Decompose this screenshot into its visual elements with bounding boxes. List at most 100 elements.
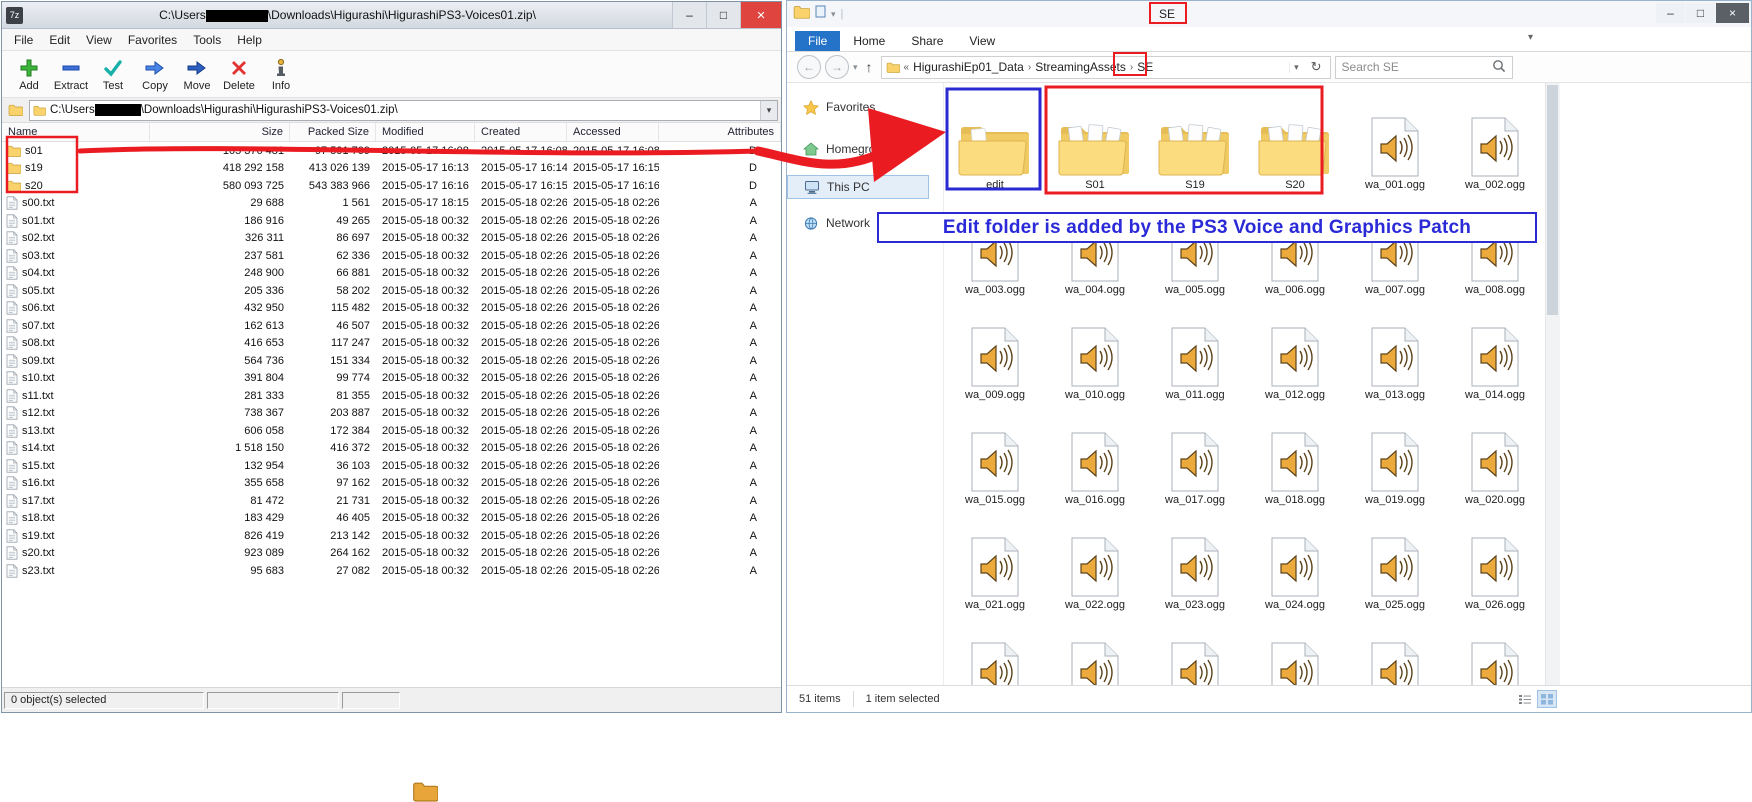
table-row-s15-txt[interactable]: s15.txt132 95436 1032015-05-18 00:322015… [2, 457, 781, 475]
column-header-packed-size[interactable]: Packed Size [290, 123, 376, 141]
table-row-s01[interactable]: s01105 376 48197 591 7092015-05-17 16:08… [2, 142, 781, 160]
vertical-scrollbar[interactable] [1545, 83, 1560, 685]
tab-home[interactable]: Home [840, 31, 898, 51]
back-button[interactable]: ← [797, 55, 821, 79]
file-item-wa-009-ogg[interactable]: wa_009.ogg [945, 301, 1045, 406]
table-row-s03-txt[interactable]: s03.txt237 58162 3362015-05-18 00:322015… [2, 247, 781, 265]
file-item-clipped[interactable] [1045, 616, 1145, 685]
table-row-s09-txt[interactable]: s09.txt564 736151 3342015-05-18 00:32201… [2, 352, 781, 370]
file-item-wa-017-ogg[interactable]: wa_017.ogg [1145, 406, 1245, 511]
table-row-s04-txt[interactable]: s04.txt248 90066 8812015-05-18 00:322015… [2, 265, 781, 283]
folder-item-s19[interactable]: S19 [1145, 91, 1245, 196]
ribbon-collapse-icon[interactable]: ▾ [1528, 32, 1533, 43]
table-row-s02-txt[interactable]: s02.txt326 31186 6972015-05-18 00:322015… [2, 230, 781, 248]
file-item-wa-024-ogg[interactable]: wa_024.ogg [1245, 511, 1345, 616]
table-row-s16-txt[interactable]: s16.txt355 65897 1622015-05-18 00:322015… [2, 475, 781, 493]
column-header-attributes[interactable]: Attributes [659, 123, 781, 141]
sidebar-item-this-pc[interactable]: This PC [787, 175, 929, 199]
explorer-titlebar[interactable]: ▾ | SE – □ × [787, 1, 1751, 27]
table-row-s06-txt[interactable]: s06.txt432 950115 4822015-05-18 00:32201… [2, 300, 781, 318]
table-row-s11-txt[interactable]: s11.txt281 33381 3552015-05-18 00:322015… [2, 387, 781, 405]
breadcrumb-part-se[interactable]: SE [1137, 60, 1153, 74]
search-icon[interactable] [1492, 59, 1506, 76]
column-header-name[interactable]: Name [2, 123, 150, 141]
tab-view[interactable]: View [956, 31, 1008, 51]
table-row-s18-txt[interactable]: s18.txt183 42946 4052015-05-18 00:322015… [2, 510, 781, 528]
column-header-accessed[interactable]: Accessed [567, 123, 659, 141]
file-item-wa-001-ogg[interactable]: wa_001.ogg [1345, 91, 1445, 196]
table-row-s08-txt[interactable]: s08.txt416 653117 2472015-05-18 00:32201… [2, 335, 781, 353]
file-item-wa-020-ogg[interactable]: wa_020.ogg [1445, 406, 1545, 511]
up-button[interactable]: ↑ [862, 59, 877, 75]
maximize-button[interactable]: □ [1686, 3, 1715, 23]
breadcrumb-part-data[interactable]: HigurashiEp01_Data [913, 60, 1024, 74]
menu-tools[interactable]: Tools [185, 33, 229, 47]
table-row-s10-txt[interactable]: s10.txt391 80499 7742015-05-18 00:322015… [2, 370, 781, 388]
toolbar-move-button[interactable]: Move [178, 53, 216, 95]
breadcrumb-overflow[interactable]: « [904, 62, 910, 73]
folder-up-icon[interactable] [5, 101, 25, 119]
toolbar-add-button[interactable]: Add [10, 53, 48, 95]
menu-view[interactable]: View [78, 33, 120, 47]
column-header-created[interactable]: Created [475, 123, 567, 141]
file-item-wa-021-ogg[interactable]: wa_021.ogg [945, 511, 1045, 616]
sidebar-item-homegroup[interactable]: Homegroup [787, 137, 929, 161]
folder-item-s20[interactable]: S20 [1245, 91, 1345, 196]
tab-file[interactable]: File [795, 31, 840, 51]
file-item-wa-026-ogg[interactable]: wa_026.ogg [1445, 511, 1545, 616]
file-item-clipped[interactable] [1345, 616, 1445, 685]
table-row-s00-txt[interactable]: s00.txt29 6881 5612015-05-17 18:152015-0… [2, 195, 781, 213]
file-item-clipped[interactable] [1245, 616, 1345, 685]
file-item-wa-012-ogg[interactable]: wa_012.ogg [1245, 301, 1345, 406]
menu-file[interactable]: File [6, 33, 41, 47]
file-item-wa-018-ogg[interactable]: wa_018.ogg [1245, 406, 1345, 511]
file-item-clipped[interactable] [1445, 616, 1545, 685]
menu-help[interactable]: Help [229, 33, 270, 47]
folder-item-edit[interactable]: edit [945, 91, 1045, 196]
quick-access-dropdown-icon[interactable]: ▾ [831, 9, 836, 20]
quick-access-file-icon[interactable] [815, 5, 826, 23]
file-item-wa-015-ogg[interactable]: wa_015.ogg [945, 406, 1045, 511]
file-item-wa-025-ogg[interactable]: wa_025.ogg [1345, 511, 1445, 616]
menu-edit[interactable]: Edit [41, 33, 78, 47]
toolbar-info-button[interactable]: Info [262, 53, 300, 95]
file-item-wa-014-ogg[interactable]: wa_014.ogg [1445, 301, 1545, 406]
file-item-wa-023-ogg[interactable]: wa_023.ogg [1145, 511, 1245, 616]
table-row-s14-txt[interactable]: s14.txt1 518 150416 3722015-05-18 00:322… [2, 440, 781, 458]
file-item-clipped[interactable] [945, 616, 1045, 685]
sevenzip-titlebar[interactable]: 7z C:\Users\Downloads\Higurashi\Higurash… [2, 2, 781, 29]
details-view-button[interactable] [1515, 690, 1535, 708]
maximize-button[interactable]: □ [706, 2, 740, 28]
close-button[interactable]: × [1716, 3, 1749, 23]
toolbar-copy-button[interactable]: Copy [136, 53, 174, 95]
address-dropdown-icon[interactable]: ▾ [1289, 62, 1303, 73]
combobox-dropdown-icon[interactable]: ▾ [760, 101, 777, 120]
file-item-wa-011-ogg[interactable]: wa_011.ogg [1145, 301, 1245, 406]
table-row-s17-txt[interactable]: s17.txt81 47221 7312015-05-18 00:322015-… [2, 492, 781, 510]
file-item-wa-019-ogg[interactable]: wa_019.ogg [1345, 406, 1445, 511]
table-row-s19-txt[interactable]: s19.txt826 419213 1422015-05-18 00:32201… [2, 527, 781, 545]
file-item-wa-022-ogg[interactable]: wa_022.ogg [1045, 511, 1145, 616]
sidebar-item-favorites[interactable]: Favorites [787, 95, 929, 119]
close-button[interactable]: × [740, 2, 781, 28]
column-header-modified[interactable]: Modified [376, 123, 475, 141]
scrollbar-thumb[interactable] [1547, 85, 1558, 315]
table-row-s19[interactable]: s19418 292 158413 026 1392015-05-17 16:1… [2, 160, 781, 178]
breadcrumb[interactable]: « HigurashiEp01_Data › StreamingAssets ›… [881, 56, 1331, 79]
table-row-s20[interactable]: s20580 093 725543 383 9662015-05-17 16:1… [2, 177, 781, 195]
table-row-s12-txt[interactable]: s12.txt738 367203 8872015-05-18 00:32201… [2, 405, 781, 423]
file-item-wa-013-ogg[interactable]: wa_013.ogg [1345, 301, 1445, 406]
table-row-s05-txt[interactable]: s05.txt205 33658 2022015-05-18 00:322015… [2, 282, 781, 300]
minimize-button[interactable]: – [672, 2, 706, 28]
file-item-wa-016-ogg[interactable]: wa_016.ogg [1045, 406, 1145, 511]
recent-locations-dropdown-icon[interactable]: ▾ [853, 62, 858, 73]
table-row-s20-txt[interactable]: s20.txt923 089264 1622015-05-18 00:32201… [2, 545, 781, 563]
tab-share[interactable]: Share [898, 31, 956, 51]
file-item-wa-002-ogg[interactable]: wa_002.ogg [1445, 91, 1545, 196]
folder-item-s01[interactable]: S01 [1045, 91, 1145, 196]
table-row-s01-txt[interactable]: s01.txt186 91649 2652015-05-18 00:322015… [2, 212, 781, 230]
menu-favorites[interactable]: Favorites [120, 33, 185, 47]
breadcrumb-part-streamingassets[interactable]: StreamingAssets [1035, 60, 1126, 74]
forward-button[interactable]: → [825, 55, 849, 79]
toolbar-test-button[interactable]: Test [94, 53, 132, 95]
